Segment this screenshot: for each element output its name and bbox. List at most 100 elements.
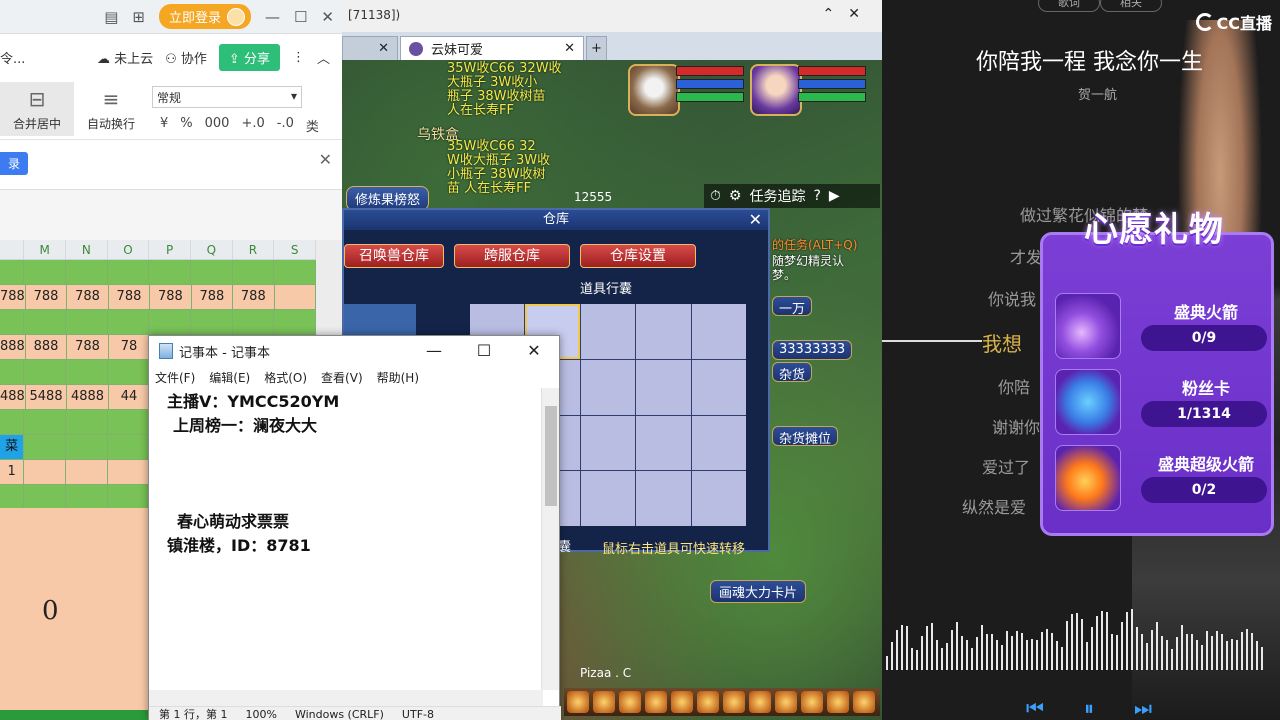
table-cell[interactable] <box>107 260 150 284</box>
percent-button[interactable]: % <box>180 116 192 135</box>
table-cell[interactable] <box>274 260 316 284</box>
hotbar-slot[interactable] <box>645 691 667 713</box>
notice-tag[interactable]: 录 <box>0 152 29 175</box>
table-cell[interactable] <box>66 260 108 284</box>
hotbar-slot[interactable] <box>671 691 693 713</box>
number-format-select[interactable]: 常规 ▾ <box>152 86 302 108</box>
notepad-text-area[interactable]: 主播V：YMCC520YM 上周榜一：澜夜大大 春心萌动求票票 镇淮楼，ID：8… <box>149 388 543 690</box>
table-cell[interactable] <box>232 260 275 284</box>
maximize-icon[interactable]: ☐ <box>294 8 307 26</box>
table-cell[interactable] <box>24 410 67 434</box>
notepad-horizontal-scrollbar[interactable] <box>149 690 543 706</box>
scroll-thumb[interactable] <box>545 406 557 506</box>
hotbar-slot[interactable] <box>697 691 719 713</box>
help-icon[interactable]: ? <box>813 188 820 204</box>
table-cell[interactable] <box>0 310 25 334</box>
close-icon[interactable]: ✕ <box>749 210 762 230</box>
collab-button[interactable]: ⚇ 协作 <box>165 48 207 67</box>
increase-decimal-button[interactable]: +.0 <box>241 116 264 135</box>
table-cell[interactable] <box>66 360 108 384</box>
column-header[interactable]: N <box>66 240 108 259</box>
merge-center-button[interactable]: ⊟ 合并居中 <box>0 82 74 136</box>
table-cell[interactable]: 788 <box>0 285 26 309</box>
side-plate[interactable]: 33333333 <box>772 340 853 360</box>
table-cell[interactable] <box>190 310 233 334</box>
tab-lyrics[interactable]: 歌词 <box>1038 0 1100 12</box>
bag-slot[interactable] <box>580 471 636 526</box>
table-cell[interactable] <box>107 410 150 434</box>
wrap-text-button[interactable]: ≡ 自动换行 <box>74 82 148 136</box>
hotbar-slot[interactable] <box>723 691 745 713</box>
bag-slot[interactable] <box>636 415 691 471</box>
gift-row[interactable]: 粉丝卡 1/1314 <box>1055 369 1267 435</box>
bag-slot[interactable] <box>691 359 746 415</box>
hotbar-slot[interactable] <box>749 691 771 713</box>
table-cell[interactable]: 788 <box>67 285 109 309</box>
table-cell[interactable] <box>66 410 108 434</box>
maximize-icon[interactable]: ☐ <box>459 336 509 366</box>
warehouse-slot-strip[interactable] <box>344 304 416 336</box>
table-cell[interactable]: 78 <box>108 335 151 359</box>
bag-slot[interactable] <box>636 471 691 526</box>
close-tab-icon[interactable]: ✕ <box>564 41 575 56</box>
column-header[interactable]: S <box>274 240 316 259</box>
tab-related[interactable]: 相关 <box>1100 0 1162 12</box>
table-cell[interactable]: 788 <box>150 285 192 309</box>
play-icon[interactable]: ▶ <box>829 188 840 204</box>
table-cell[interactable] <box>274 285 316 309</box>
close-icon[interactable]: ✕ <box>321 8 334 26</box>
card-banner[interactable]: 画魂大力卡片 <box>710 580 807 603</box>
player-name[interactable]: Pizaa . C <box>580 666 631 680</box>
column-header[interactable]: O <box>108 240 150 259</box>
table-cell[interactable] <box>0 260 25 284</box>
bag-slot[interactable] <box>580 415 636 471</box>
hotbar-slot[interactable] <box>593 691 615 713</box>
table-cell[interactable] <box>107 310 150 334</box>
table-cell[interactable] <box>24 435 67 459</box>
tab-pet-warehouse[interactable]: 召唤兽仓库 <box>344 244 444 268</box>
table-cell[interactable] <box>66 460 108 484</box>
table-cell[interactable]: 488 <box>0 385 26 409</box>
tab-blank[interactable]: ✕ <box>342 36 398 60</box>
login-button[interactable]: 立即登录 <box>158 4 251 29</box>
table-cell[interactable] <box>274 310 316 334</box>
table-cell[interactable] <box>190 260 233 284</box>
close-tab-icon[interactable]: ✕ <box>378 41 389 56</box>
table-cell[interactable] <box>232 310 275 334</box>
table-cell[interactable] <box>0 485 25 509</box>
grid-apps-icon[interactable]: ⊞ <box>132 8 145 26</box>
notepad-vertical-scrollbar[interactable] <box>541 388 559 690</box>
minimize-icon[interactable]: — <box>409 336 459 366</box>
table-cell[interactable] <box>66 435 108 459</box>
cloud-status[interactable]: ☁ 未上云 <box>97 48 153 67</box>
hotbar-slot[interactable] <box>801 691 823 713</box>
table-cell[interactable]: 788 <box>25 285 68 309</box>
hotbar-slot[interactable] <box>567 691 589 713</box>
table-cell[interactable]: 菜 <box>0 435 25 459</box>
gift-row[interactable]: 盛典超级火箭 0/2 <box>1055 445 1267 511</box>
hotbar-slot[interactable] <box>619 691 641 713</box>
table-cell[interactable]: 888 <box>0 335 26 359</box>
gear-icon[interactable]: ⚙ <box>729 188 742 204</box>
table-cell[interactable] <box>0 410 25 434</box>
player-portrait[interactable] <box>750 64 802 116</box>
layout-icon[interactable]: ▤ <box>104 8 118 26</box>
side-plate[interactable]: 杂货 <box>772 362 813 383</box>
bag-slot[interactable] <box>636 304 691 359</box>
table-cell[interactable] <box>107 460 150 484</box>
bag-slot[interactable] <box>636 359 691 415</box>
table-cell[interactable] <box>66 310 108 334</box>
close-notice-icon[interactable]: ✕ <box>319 150 332 169</box>
tab-yunmei[interactable]: 云妹可爱 ✕ <box>400 36 584 60</box>
side-plate[interactable]: 杂货摊位 <box>772 426 839 447</box>
next-icon[interactable]: ⏭ <box>1134 696 1152 720</box>
currency-button[interactable]: ¥ <box>160 116 168 135</box>
table-cell[interactable]: 44 <box>108 385 151 409</box>
bag-slot[interactable] <box>580 359 636 415</box>
table-cell[interactable]: 788 <box>191 285 234 309</box>
quest-tracker[interactable]: ⏱ ⚙ 任务追踪 ? ▶ <box>704 184 880 208</box>
collapse-icon[interactable]: ︿ <box>317 48 330 67</box>
bag-slot[interactable] <box>691 415 746 471</box>
column-header[interactable]: P <box>149 240 191 259</box>
hotbar-slot[interactable] <box>827 691 849 713</box>
